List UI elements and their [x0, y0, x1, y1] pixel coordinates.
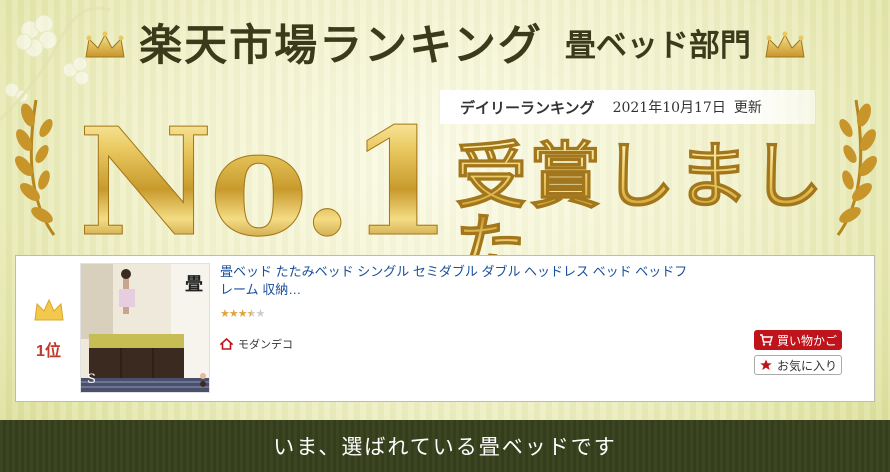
daily-ranking-box: デイリーランキング 2021年10月17日 更新 — [440, 90, 815, 124]
product-title-link[interactable]: 畳ベッド たたみベッド シングル セミダブル ダブル ヘッドレス ベッド ベッド… — [220, 263, 690, 299]
rank-label: 1位 — [36, 342, 61, 360]
crown-icon — [765, 31, 805, 58]
rating-stars: ★★★★★ — [220, 307, 265, 320]
ranking-date: 2021年10月17日 — [612, 100, 726, 116]
banner-title-row: 楽天市場ランキング 畳ベッド部門 — [0, 14, 890, 78]
stars-filled: ★★★ — [220, 307, 248, 320]
rank-area: 1位 — [16, 256, 81, 401]
shop-name-link[interactable]: モダンデコ — [238, 336, 293, 352]
bottom-tagline: いま、選ばれている畳ベッドです — [273, 435, 617, 459]
ranking-type-label: デイリーランキング — [460, 98, 595, 117]
category-title: 畳ベッド部門 — [564, 27, 751, 64]
fav-button-label: お気に入り — [776, 358, 837, 373]
shop-row: モダンデコ — [220, 336, 293, 352]
thumb-size-letter: S — [87, 372, 96, 387]
add-to-favorites-button[interactable]: お気に入り — [754, 355, 842, 375]
rank-crown-icon — [33, 298, 64, 320]
product-thumbnail[interactable]: 畳 S — [80, 263, 210, 393]
cart-icon — [759, 334, 773, 346]
update-label: 更新 — [733, 100, 762, 116]
home-icon — [220, 338, 233, 350]
no1-heading: No.1 — [78, 76, 453, 269]
bottom-tagline-bar: いま、選ばれている畳ベッドです — [0, 420, 890, 472]
ranking-title: 楽天市場ランキング — [139, 20, 543, 71]
thumb-kanji-label: 畳 — [185, 274, 203, 295]
crown-icon — [85, 31, 125, 58]
star-empty: ★ — [255, 307, 265, 320]
add-to-cart-button[interactable]: 買い物かご — [754, 330, 842, 350]
laurel-left-icon — [15, 99, 56, 236]
no1-text: No.1 — [78, 95, 453, 269]
cart-button-label: 買い物かご — [776, 333, 837, 348]
product-card: 1位 畳 S 畳ベッド たたみベッド シングル セミダブル ダブル ヘッドレス … — [15, 255, 875, 402]
star-icon — [760, 359, 772, 370]
